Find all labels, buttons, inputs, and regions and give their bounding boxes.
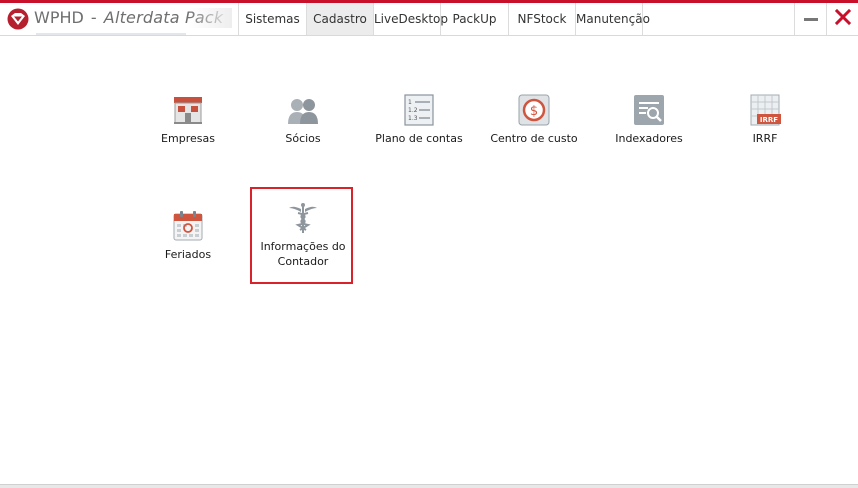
tile-irrf-label: IRRF xyxy=(752,132,778,145)
svg-text:1: 1 xyxy=(408,99,412,106)
app-title-separator: - xyxy=(90,8,97,27)
cadastro-panel: Empresas Sócios 1 1.2 1.3 Plano de conta… xyxy=(0,36,858,484)
tile-plano-de-contas-label: Plano de contas xyxy=(375,132,463,145)
tile-socios-label: Sócios xyxy=(285,132,321,145)
irrf-table-icon: IRRF xyxy=(750,94,781,126)
brand-fade xyxy=(188,8,232,28)
svg-text:IRRF: IRRF xyxy=(760,116,778,124)
main-menu: Sistemas Cadastro LiveDesktop PackUp NFS… xyxy=(238,3,650,35)
tile-indexadores[interactable]: Indexadores xyxy=(597,94,701,146)
svg-text:$: $ xyxy=(530,104,538,119)
document-search-icon xyxy=(634,95,664,125)
title-bar: WPHD - Alterdata Pack Sistemas Cadastro … xyxy=(0,3,858,36)
brand-underline xyxy=(36,33,186,35)
app-logo-icon xyxy=(7,8,29,30)
tile-feriados-label: Feriados xyxy=(164,248,212,261)
minimize-button[interactable] xyxy=(794,3,826,35)
menu-sistemas[interactable]: Sistemas xyxy=(238,3,306,35)
tile-empresas[interactable]: Empresas xyxy=(136,94,240,146)
svg-text:1.2: 1.2 xyxy=(408,107,418,114)
numbered-list-icon: 1 1.2 1.3 xyxy=(404,94,434,126)
app-brand: WPHD - Alterdata Pack xyxy=(0,3,238,35)
dollar-coin-icon: $ xyxy=(518,94,550,126)
menu-livedesktop[interactable]: LiveDesktop xyxy=(373,3,448,35)
tile-socios[interactable]: Sócios xyxy=(251,94,355,146)
close-button[interactable] xyxy=(826,3,858,35)
minimize-icon xyxy=(804,18,818,21)
menu-cadastro[interactable]: Cadastro xyxy=(306,3,373,35)
app-title-main: WPHD xyxy=(34,8,84,27)
tile-centro-de-custo[interactable]: $ Centro de custo xyxy=(482,94,586,146)
tile-irrf[interactable]: IRRF IRRF xyxy=(713,94,817,146)
close-icon xyxy=(834,8,852,26)
tile-indexadores-label: Indexadores xyxy=(615,132,683,145)
selection-highlight xyxy=(250,187,353,284)
menu-nfstock[interactable]: NFStock xyxy=(508,3,575,35)
tile-plano-de-contas[interactable]: 1 1.2 1.3 Plano de contas xyxy=(367,94,471,146)
svg-text:1.3: 1.3 xyxy=(408,115,418,122)
tile-feriados[interactable]: Feriados xyxy=(136,210,240,262)
building-icon xyxy=(174,97,202,124)
tile-empresas-label: Empresas xyxy=(161,132,215,145)
calendar-icon xyxy=(173,211,203,241)
partners-icon xyxy=(288,99,318,124)
menu-packup[interactable]: PackUp xyxy=(440,3,508,35)
tile-centro-de-custo-label: Centro de custo xyxy=(490,132,578,145)
menu-manutencao[interactable]: Manutenção xyxy=(575,3,650,35)
window-bottom-edge xyxy=(0,484,858,488)
